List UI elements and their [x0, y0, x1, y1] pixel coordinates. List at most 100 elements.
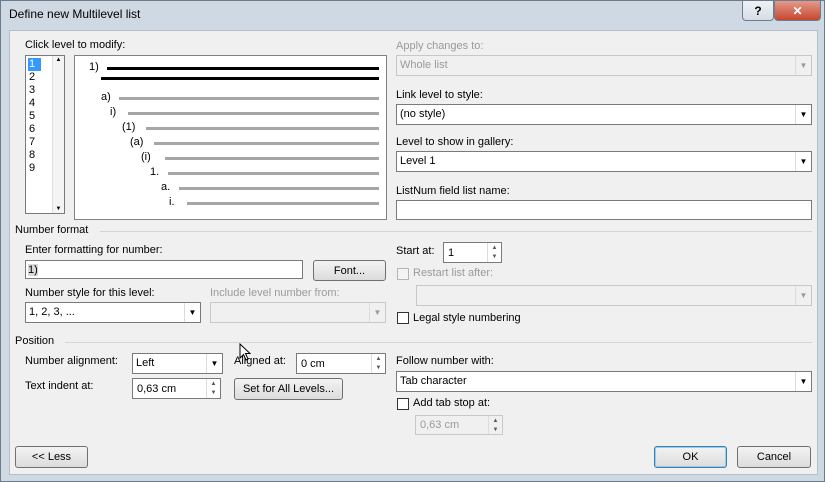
- level-scrollbar[interactable]: ▲ ▼: [52, 56, 64, 213]
- spinner-arrows[interactable]: ▲ ▼: [206, 379, 220, 398]
- font-button[interactable]: Font...: [313, 260, 386, 281]
- follow-number-select[interactable]: Tab character ▼: [396, 371, 812, 392]
- preview-line-level-2: [119, 97, 379, 100]
- preview-line-level-8: [179, 187, 379, 190]
- close-icon: ✕: [792, 3, 803, 18]
- scroll-up-icon[interactable]: ▲: [53, 57, 64, 63]
- set-all-levels-button[interactable]: Set for All Levels...: [234, 378, 343, 400]
- spin-down-icon[interactable]: ▼: [489, 425, 502, 434]
- add-tab-stop-checkbox[interactable]: [397, 398, 409, 410]
- spinner-arrows[interactable]: ▲ ▼: [488, 416, 502, 434]
- level-item-7[interactable]: 7: [28, 136, 41, 149]
- chevron-down-icon: ▼: [795, 152, 811, 171]
- link-level-label: Link level to style:: [396, 89, 483, 101]
- tab-stop-spinner[interactable]: 0,63 cm ▲ ▼: [415, 415, 503, 435]
- restart-list-label: Restart list after:: [413, 267, 494, 279]
- apply-changes-label: Apply changes to:: [396, 40, 484, 52]
- chevron-down-icon: ▼: [795, 286, 811, 305]
- spinner-arrows[interactable]: ▲ ▼: [371, 354, 385, 373]
- spin-up-icon[interactable]: ▲: [372, 354, 385, 364]
- start-at-value: 1: [448, 247, 455, 259]
- dialog-client: Click level to modify: 123456789 ▲ ▼ 1) a…: [9, 30, 818, 475]
- ok-button[interactable]: OK: [654, 446, 727, 468]
- number-format-input[interactable]: 1): [25, 260, 303, 279]
- preview-label-level-1: 1): [89, 61, 99, 73]
- number-alignment-label: Number alignment:: [25, 355, 118, 367]
- follow-number-label: Follow number with:: [396, 355, 494, 367]
- legal-style-label: Legal style numbering: [413, 312, 521, 324]
- cancel-button[interactable]: Cancel: [737, 446, 811, 468]
- chevron-down-icon: ▼: [795, 105, 811, 124]
- link-level-select[interactable]: (no style) ▼: [396, 104, 812, 125]
- close-button[interactable]: ✕: [774, 1, 821, 21]
- restart-list-select[interactable]: ▼: [416, 285, 812, 306]
- level-item-5[interactable]: 5: [28, 110, 41, 123]
- add-tab-stop-label: Add tab stop at:: [413, 397, 491, 409]
- level-item-6[interactable]: 6: [28, 123, 41, 136]
- number-format-section: Number format: [15, 224, 89, 236]
- list-preview: 1) a) i) (1) (a) (i) 1. a. i.: [74, 55, 387, 220]
- preview-label-level-2: a): [101, 91, 111, 103]
- level-item-2[interactable]: 2: [28, 71, 41, 84]
- aligned-at-spinner[interactable]: 0 cm ▲ ▼: [296, 353, 386, 374]
- preview-line-level-6: [165, 157, 379, 160]
- chevron-down-icon: ▼: [369, 303, 385, 322]
- scroll-down-icon[interactable]: ▼: [53, 206, 64, 212]
- include-level-select[interactable]: ▼: [210, 302, 386, 323]
- text-indent-label: Text indent at:: [25, 380, 94, 392]
- preview-label-level-9: i.: [169, 196, 175, 208]
- level-item-4[interactable]: 4: [28, 97, 41, 110]
- level-item-9[interactable]: 9: [28, 162, 41, 175]
- title-bar[interactable]: Define new Multilevel list ? ✕: [1, 1, 824, 27]
- gallery-level-label: Level to show in gallery:: [396, 136, 514, 148]
- legal-style-checkbox[interactable]: [397, 312, 409, 324]
- aligned-at-value: 0 cm: [301, 358, 325, 370]
- number-style-select[interactable]: 1, 2, 3, ... ▼: [25, 302, 201, 323]
- start-at-label: Start at:: [396, 245, 435, 257]
- tab-stop-value: 0,63 cm: [420, 419, 460, 431]
- window-title: Define new Multilevel list: [9, 7, 141, 21]
- spin-down-icon[interactable]: ▼: [372, 364, 385, 374]
- preview-line-level-9: [187, 202, 379, 205]
- apply-changes-value: Whole list: [400, 59, 448, 71]
- preview-label-level-4: (1): [122, 121, 136, 133]
- help-button[interactable]: ?: [742, 1, 774, 21]
- level-item-1[interactable]: 1: [28, 58, 41, 71]
- number-alignment-value: Left: [136, 357, 155, 369]
- position-section: Position: [15, 335, 55, 347]
- preview-line-level-3: [128, 112, 379, 115]
- enter-format-label: Enter formatting for number:: [25, 244, 163, 256]
- spin-down-icon[interactable]: ▼: [207, 389, 220, 399]
- spin-up-icon[interactable]: ▲: [488, 243, 501, 253]
- restart-list-checkbox[interactable]: [397, 268, 409, 280]
- preview-line-level-4: [146, 127, 379, 130]
- number-alignment-select[interactable]: Left ▼: [132, 353, 223, 374]
- text-indent-value: 0,63 cm: [137, 383, 177, 395]
- preview-label-level-6: (i): [141, 151, 151, 163]
- start-at-spinner[interactable]: 1 ▲ ▼: [443, 242, 502, 263]
- spin-down-icon[interactable]: ▼: [488, 253, 501, 263]
- chevron-down-icon: ▼: [795, 56, 811, 75]
- spin-up-icon[interactable]: ▲: [489, 416, 502, 425]
- level-item-3[interactable]: 3: [28, 84, 41, 97]
- text-indent-spinner[interactable]: 0,63 cm ▲ ▼: [132, 378, 221, 399]
- preview-line-level-1-wrap: [101, 77, 379, 80]
- preview-line-level-5: [154, 142, 379, 145]
- level-listbox[interactable]: 123456789 ▲ ▼: [25, 55, 65, 214]
- number-style-label: Number style for this level:: [25, 287, 155, 299]
- section-divider: [100, 231, 812, 232]
- follow-number-value: Tab character: [400, 375, 467, 387]
- include-level-label: Include level number from:: [210, 287, 340, 299]
- apply-changes-select[interactable]: Whole list ▼: [396, 55, 812, 76]
- number-format-value: 1): [28, 264, 38, 276]
- dialog-window: Define new Multilevel list ? ✕ Click lev…: [0, 0, 825, 482]
- listnum-input[interactable]: [396, 200, 812, 220]
- spinner-arrows[interactable]: ▲ ▼: [487, 243, 501, 262]
- preview-label-level-3: i): [110, 106, 117, 118]
- level-item-8[interactable]: 8: [28, 149, 41, 162]
- gallery-level-select[interactable]: Level 1 ▼: [396, 151, 812, 172]
- spin-up-icon[interactable]: ▲: [207, 379, 220, 389]
- less-button[interactable]: << Less: [15, 446, 88, 468]
- mouse-cursor-icon: [239, 343, 251, 361]
- section-divider: [65, 342, 812, 343]
